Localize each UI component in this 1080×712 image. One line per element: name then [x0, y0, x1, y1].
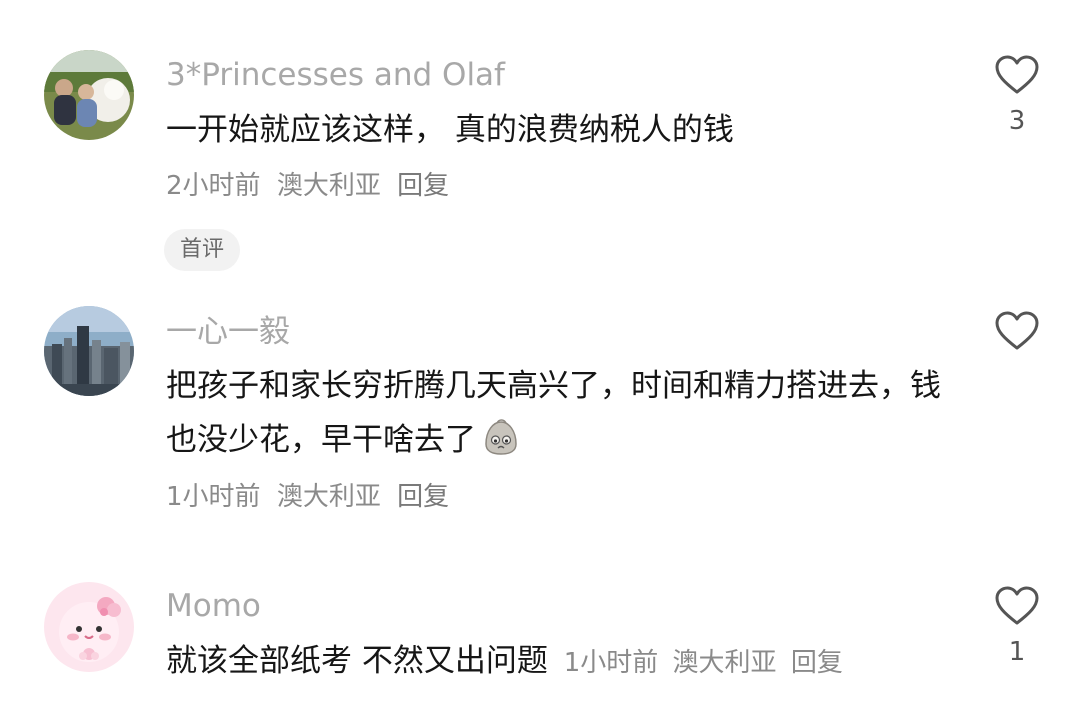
comment-time: 1小时前 [563, 648, 659, 678]
reply-button[interactable]: 回复 [397, 171, 449, 201]
heart-outline-icon[interactable] [994, 585, 1040, 627]
comment-location: 澳大利亚 [276, 171, 381, 201]
comment-meta: 1小时前 澳大利亚 回复 [564, 648, 849, 678]
comment-text: 就该全部纸考 不然又出问题 1小时前 澳大利亚 回复 [166, 634, 966, 690]
sad-face-emoji-icon [485, 419, 517, 455]
avatar[interactable] [44, 582, 134, 672]
like-button[interactable]: 3 [988, 54, 1046, 134]
username[interactable]: 一心一毅 [166, 317, 290, 348]
avatar[interactable] [44, 50, 134, 140]
heart-outline-icon[interactable] [994, 54, 1040, 96]
like-button[interactable] [988, 310, 1046, 364]
username[interactable]: 3*Princesses and Olaf [166, 60, 505, 91]
comment-text: 把孩子和家长穷折腾几天高兴了，时间和精力搭进去，钱也没少花，早干啥去了 [166, 359, 956, 467]
comment-item: 3*Princesses and Olaf 一开始就应该这样， 真的浪费纳税人的… [0, 0, 1080, 300]
comment-location: 澳大利亚 [276, 482, 381, 512]
reply-button[interactable]: 回复 [791, 648, 843, 678]
first-comment-badge: 首评 [164, 229, 241, 271]
comment-text: 一开始就应该这样， 真的浪费纳税人的钱 [166, 112, 734, 148]
comment-item: 一心一毅 把孩子和家长穷折腾几天高兴了，时间和精力搭进去，钱也没少花，早干啥去了… [0, 300, 1080, 560]
comment-meta: 1小时前 澳大利亚 回复 [166, 484, 457, 510]
avatar[interactable] [44, 306, 134, 396]
username[interactable]: Momo [166, 591, 261, 622]
like-button[interactable]: 1 [988, 585, 1046, 665]
comment-text-body: 把孩子和家长穷折腾几天高兴了，时间和精力搭进去，钱也没少花，早干啥去了 [166, 368, 941, 458]
like-count: 1 [1008, 637, 1026, 667]
comment-time: 2小时前 [166, 171, 261, 201]
reply-button[interactable]: 回复 [397, 482, 449, 512]
comment-time: 1小时前 [166, 482, 261, 512]
comment-meta: 2小时前 澳大利亚 回复 [166, 173, 457, 199]
heart-outline-icon[interactable] [994, 310, 1040, 352]
like-count: 3 [1008, 106, 1026, 136]
comment-item: Momo 就该全部纸考 不然又出问题 1小时前 澳大利亚 回复 1 [0, 560, 1080, 712]
comment-text-body: 就该全部纸考 不然又出问题 [166, 643, 548, 679]
comment-location: 澳大利亚 [672, 648, 777, 678]
